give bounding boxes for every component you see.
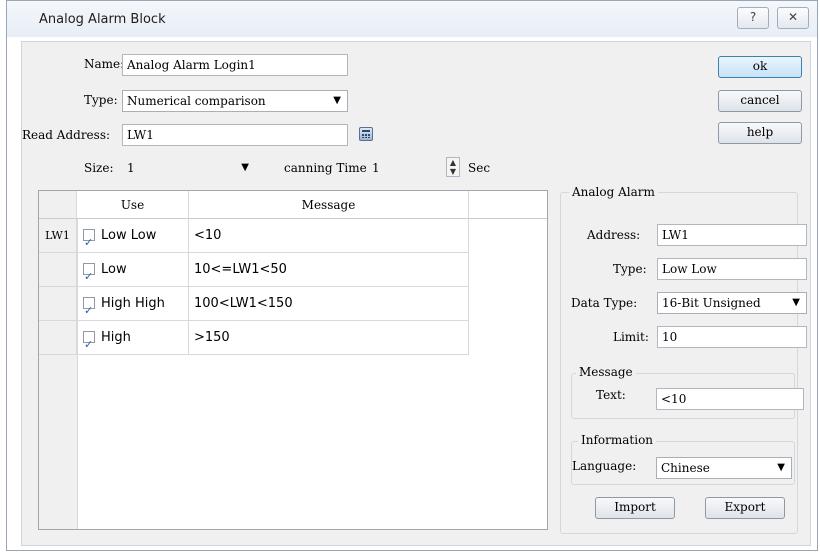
alarm-type-input[interactable]: Low Low <box>657 258 807 280</box>
column-header-use[interactable]: Use <box>77 191 189 219</box>
table-row-use[interactable]: Low <box>77 253 189 287</box>
message-group-label: Message <box>576 365 636 379</box>
size-label: Size: <box>84 161 114 175</box>
information-group-label: Information <box>578 433 657 447</box>
checkbox-checked[interactable] <box>83 226 95 252</box>
alarm-table: Use Message LW1 Low Low <10 Low 10<=LW1<… <box>38 190 548 530</box>
read-address-label: Read Address: <box>22 128 111 142</box>
table-row-message[interactable]: >150 <box>189 321 469 355</box>
language-select[interactable]: Chinese ▼ <box>656 457 792 479</box>
row-header: LW1 <box>39 219 77 253</box>
address-label: Address: <box>587 228 641 242</box>
row-header <box>39 253 77 287</box>
name-label: Name: <box>84 57 125 71</box>
ok-button[interactable]: ok <box>718 56 802 78</box>
use-label: High High <box>101 296 165 311</box>
data-type-label: Data Type: <box>571 296 638 310</box>
alarm-type-label: Type: <box>613 262 647 276</box>
limit-input[interactable]: 10 <box>657 326 807 348</box>
corner-header <box>39 191 77 219</box>
table-row-message[interactable]: 100<LW1<150 <box>189 287 469 321</box>
use-label: Low <box>101 262 127 277</box>
column-header-message[interactable]: Message <box>189 191 469 219</box>
message-text-input[interactable]: <10 <box>656 388 804 410</box>
message-group: Message Text: <10 <box>571 365 804 419</box>
scanning-time-input[interactable]: 1 <box>367 157 447 179</box>
table-row-message[interactable]: 10<=LW1<50 <box>189 253 469 287</box>
row-header <box>39 287 77 321</box>
scanning-time-label: canning Time: <box>284 161 371 175</box>
table-row-use[interactable]: High High <box>77 287 189 321</box>
type-label: Type: <box>84 93 118 107</box>
use-label: High <box>101 330 131 345</box>
dialog-body: Name: Analog Alarm Login1 Type: Numerica… <box>21 41 811 546</box>
spinner-icon[interactable]: ▲ ▼ <box>446 157 460 177</box>
column-header-empty <box>469 191 547 219</box>
use-label: Low Low <box>101 228 157 243</box>
analog-alarm-group-label: Analog Alarm <box>569 185 658 199</box>
address-input[interactable]: LW1 <box>657 224 807 246</box>
chevron-down-icon: ▼ <box>241 162 249 173</box>
table-row-use[interactable]: Low Low <box>77 219 189 253</box>
size-select[interactable]: 1 ▼ <box>122 157 256 179</box>
chevron-down-icon: ▼ <box>792 297 800 308</box>
help-button[interactable]: help <box>718 122 802 144</box>
chevron-down-icon: ▼ <box>333 95 341 106</box>
analog-alarm-dialog: Analog Alarm Block ? ✕ Name: Analog Alar… <box>6 0 818 551</box>
checkbox-checked[interactable] <box>83 294 95 320</box>
table-row-use[interactable]: High <box>77 321 189 355</box>
checkbox-checked[interactable] <box>83 328 95 354</box>
language-value: Chinese <box>661 461 710 475</box>
type-select[interactable]: Numerical comparison ▼ <box>122 90 348 112</box>
import-button[interactable]: Import <box>595 497 675 519</box>
analog-alarm-group: Analog Alarm Address: LW1 Type: Low Low … <box>560 185 807 534</box>
data-type-select[interactable]: 16-Bit Unsigned ▼ <box>657 292 807 314</box>
export-button[interactable]: Export <box>705 497 785 519</box>
close-icon[interactable]: ✕ <box>777 7 809 29</box>
size-select-value: 1 <box>127 161 135 175</box>
chevron-down-icon: ▼ <box>777 462 785 473</box>
scanning-unit: Sec <box>468 161 491 175</box>
table-row-message[interactable]: <10 <box>189 219 469 253</box>
type-select-value: Numerical comparison <box>127 94 266 108</box>
text-label: Text: <box>596 388 626 402</box>
read-address-input[interactable]: LW1 <box>122 124 348 146</box>
keypad-icon[interactable] <box>359 127 373 141</box>
limit-label: Limit: <box>613 330 649 344</box>
checkbox-checked[interactable] <box>83 260 95 286</box>
cancel-button[interactable]: cancel <box>718 90 802 112</box>
help-icon[interactable]: ? <box>737 7 769 29</box>
name-input[interactable]: Analog Alarm Login1 <box>122 54 348 76</box>
language-label: Language: <box>572 459 637 473</box>
title-bar: Analog Alarm Block ? ✕ <box>7 1 817 37</box>
row-header <box>39 321 77 355</box>
window-title: Analog Alarm Block <box>39 12 166 27</box>
information-group: Information Language: Chinese ▼ <box>571 433 795 485</box>
data-type-value: 16-Bit Unsigned <box>662 296 761 310</box>
